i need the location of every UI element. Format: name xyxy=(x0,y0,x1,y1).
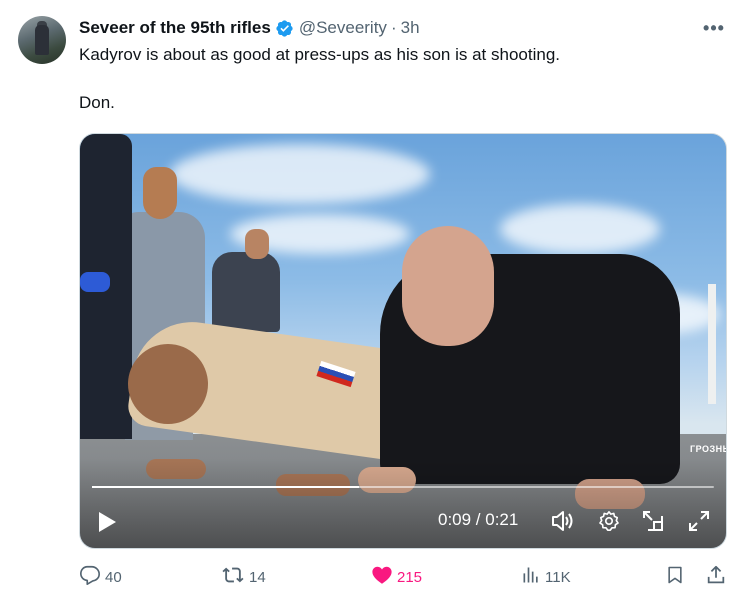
video-watermark: ГРОЗНЬ xyxy=(690,444,727,454)
avatar[interactable] xyxy=(18,16,66,64)
like-icon xyxy=(371,564,397,590)
verified-badge-icon xyxy=(275,19,294,38)
video-frame-person xyxy=(128,344,208,424)
reply-count: 40 xyxy=(105,568,122,586)
more-icon[interactable]: ••• xyxy=(703,18,725,38)
bookmark-button[interactable] xyxy=(665,564,689,590)
video-frame-person xyxy=(402,226,494,346)
repost-count: 14 xyxy=(249,568,266,586)
tweet-text-line: Kadyrov is about as good at press-ups as… xyxy=(79,45,560,64)
video-frame-cloud xyxy=(170,144,430,204)
settings-icon[interactable] xyxy=(594,507,624,535)
video-frame-microphone xyxy=(80,272,110,292)
bookmark-icon xyxy=(665,564,689,590)
tweet-text: Kadyrov is about as good at press-ups as… xyxy=(79,43,719,115)
video-frame-cloud xyxy=(500,204,660,254)
share-button[interactable] xyxy=(705,564,731,590)
timestamp[interactable]: 3h xyxy=(401,18,420,38)
pip-icon[interactable] xyxy=(638,507,668,535)
avatar-figure xyxy=(35,25,49,55)
reply-icon xyxy=(79,564,105,590)
video-progress-bar[interactable] xyxy=(92,486,714,488)
tweet-text-line: Don. xyxy=(79,93,115,112)
repost-icon xyxy=(221,564,249,590)
handle[interactable]: @Seveerity xyxy=(299,18,387,38)
video-player[interactable]: ГРОЗНЬ 0:09 / 0:21 xyxy=(79,133,727,549)
like-count: 215 xyxy=(397,568,423,586)
reply-button[interactable]: 40 xyxy=(79,564,122,590)
video-frame-person xyxy=(245,229,269,259)
play-icon[interactable] xyxy=(92,508,122,536)
video-frame-person xyxy=(143,167,177,219)
fullscreen-icon[interactable] xyxy=(684,507,714,535)
tweet-actions: 40 14 215 11K xyxy=(79,564,727,590)
views-count: 11K xyxy=(545,568,571,586)
video-progress-fill xyxy=(92,486,360,488)
display-name[interactable]: Seveer of the 95th rifles xyxy=(79,18,271,38)
volume-icon[interactable] xyxy=(548,507,578,535)
video-time-readout: 0:09 / 0:21 xyxy=(438,510,519,529)
video-frame-minaret xyxy=(708,284,716,404)
video-controls-shade xyxy=(80,458,726,548)
tweet-header: Seveer of the 95th rifles @Seveerity · 3… xyxy=(79,16,725,40)
repost-button[interactable]: 14 xyxy=(221,564,266,590)
views-button[interactable]: 11K xyxy=(521,565,571,589)
separator-dot: · xyxy=(390,18,397,37)
video-frame-person xyxy=(212,252,280,332)
views-icon xyxy=(521,565,545,589)
like-button[interactable]: 215 xyxy=(371,564,422,590)
share-icon xyxy=(705,564,731,590)
